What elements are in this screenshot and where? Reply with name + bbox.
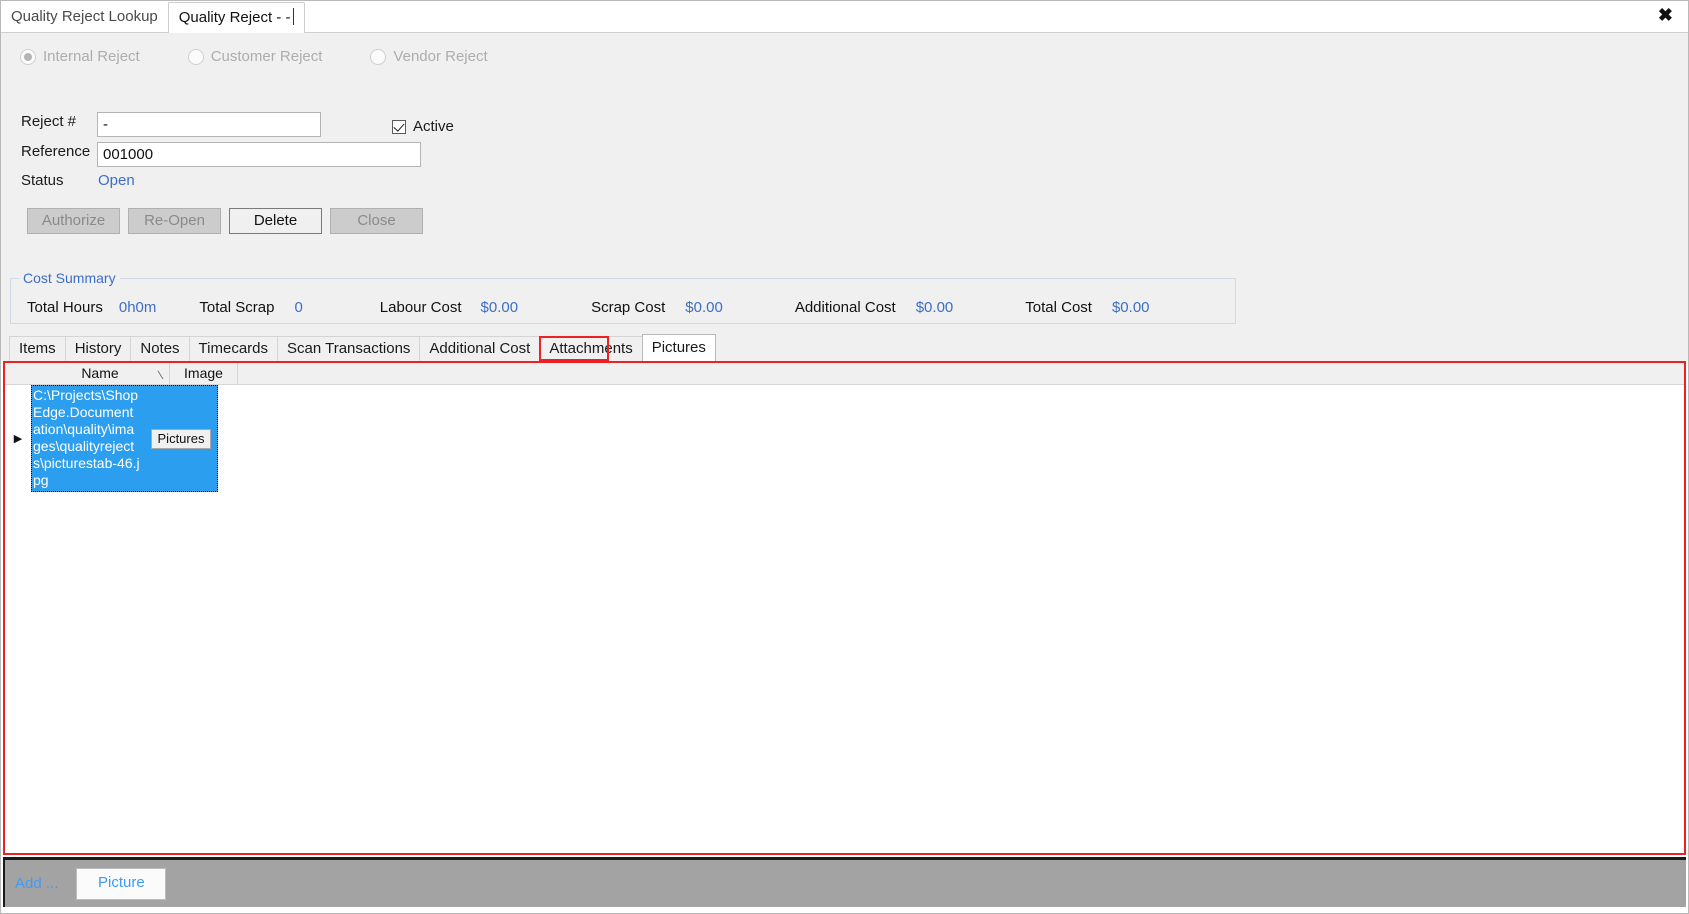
tab-notes[interactable]: Notes xyxy=(130,336,190,361)
cell-name: C:\Projects\ShopEdge.Documentation\quali… xyxy=(33,387,140,488)
row-indicator-icon: ▶ xyxy=(5,385,31,492)
radio-label: Vendor Reject xyxy=(393,48,488,65)
cost-label: Scrap Cost xyxy=(591,298,666,316)
cost-value: $0.00 xyxy=(480,298,519,316)
quality-reject-window: Quality Reject Lookup Quality Reject - -… xyxy=(0,0,1689,914)
status-label: Status xyxy=(21,172,64,189)
cost-value: 0h0m xyxy=(118,298,157,316)
cost-summary-values: Total Hours 0h0m Total Scrap 0 Labour Co… xyxy=(10,297,1236,317)
radio-unselected-icon xyxy=(370,48,387,65)
cost-labour-cost: Labour Cost $0.00 xyxy=(380,299,518,316)
close-button[interactable]: Close xyxy=(330,208,423,234)
tab-timecards[interactable]: Timecards xyxy=(188,336,279,361)
pictures-grid-panel: Name ∕ Image ▶ C:\Projects\ShopEdge.Docu… xyxy=(3,361,1686,855)
cost-scrap-cost: Scrap Cost $0.00 xyxy=(591,299,723,316)
cost-value: $0.00 xyxy=(1111,298,1150,316)
cost-total-hours: Total Hours 0h0m xyxy=(27,299,156,316)
cost-summary-title: Cost Summary xyxy=(19,270,120,286)
sort-ascending-icon: ∕ xyxy=(158,368,161,382)
tab-scan-transactions[interactable]: Scan Transactions xyxy=(277,336,421,361)
window-tab-quality-reject[interactable]: Quality Reject - - xyxy=(167,2,306,33)
cost-label: Total Cost xyxy=(1025,298,1092,316)
bottom-toolbar: Add ... Picture xyxy=(3,857,1686,907)
text-caret xyxy=(293,8,295,25)
reference-input[interactable] xyxy=(97,142,421,167)
cost-total-cost: Total Cost $0.00 xyxy=(1025,299,1149,316)
cost-label: Labour Cost xyxy=(379,298,462,316)
reject-type-radio-group: Internal Reject Customer Reject Vendor R… xyxy=(20,48,536,65)
reject-number-label: Reject # xyxy=(21,113,77,130)
table-row[interactable]: ▶ C:\Projects\ShopEdge.Documentation\qua… xyxy=(5,385,1684,492)
cost-value: 0 xyxy=(294,298,303,316)
window-tab-label: Quality Reject - - xyxy=(178,9,291,26)
column-header-label: Name xyxy=(81,365,119,381)
radio-customer-reject[interactable]: Customer Reject xyxy=(187,48,323,65)
close-icon[interactable]: ✖ xyxy=(1655,6,1676,24)
picture-thumbnail-placeholder[interactable]: Pictures xyxy=(150,428,212,449)
radio-vendor-reject[interactable]: Vendor Reject xyxy=(370,48,488,65)
reopen-button[interactable]: Re-Open xyxy=(128,208,221,234)
cost-additional-cost: Additional Cost $0.00 xyxy=(795,299,953,316)
cost-label: Total Scrap xyxy=(199,298,275,316)
column-header-image[interactable]: Image xyxy=(170,363,238,384)
radio-unselected-icon xyxy=(187,48,204,65)
grid-header-row: Name ∕ Image xyxy=(5,363,1684,385)
add-label[interactable]: Add ... xyxy=(15,875,58,892)
cost-label: Total Hours xyxy=(27,298,103,316)
radio-selected-icon xyxy=(20,48,36,65)
cost-value: $0.00 xyxy=(685,298,723,316)
cost-label: Additional Cost xyxy=(794,298,896,316)
cost-total-scrap: Total Scrap 0 xyxy=(199,299,302,316)
reference-label: Reference xyxy=(21,143,91,160)
add-picture-button[interactable]: Picture xyxy=(76,867,167,900)
reject-number-input[interactable] xyxy=(97,112,321,137)
column-header-label: Image xyxy=(184,365,223,381)
authorize-button[interactable]: Authorize xyxy=(27,208,120,234)
tab-pictures[interactable]: Pictures xyxy=(641,334,716,361)
window-tab-label: Quality Reject Lookup xyxy=(11,8,158,25)
window-tab-quality-reject-lookup[interactable]: Quality Reject Lookup xyxy=(1,2,168,32)
column-header-name[interactable]: Name ∕ xyxy=(31,363,170,384)
tab-attachments[interactable]: Attachments xyxy=(539,336,643,361)
radio-label: Customer Reject xyxy=(210,48,323,65)
cell-image[interactable]: Pictures xyxy=(144,385,218,492)
tab-items[interactable]: Items xyxy=(9,336,66,361)
grid-body: ▶ C:\Projects\ShopEdge.Documentation\qua… xyxy=(5,385,1684,492)
active-checkbox-label: Active xyxy=(413,118,454,135)
radio-label: Internal Reject xyxy=(43,48,140,65)
tab-history[interactable]: History xyxy=(64,336,132,361)
selected-row-cells[interactable]: C:\Projects\ShopEdge.Documentation\quali… xyxy=(31,385,218,492)
tab-additional-cost[interactable]: Additional Cost xyxy=(419,336,541,361)
radio-internal-reject[interactable]: Internal Reject xyxy=(20,48,140,65)
detail-tabstrip: Items History Notes Timecards Scan Trans… xyxy=(1,334,1688,361)
action-button-row: Authorize Re-Open Delete Close xyxy=(27,208,431,234)
delete-button[interactable]: Delete xyxy=(229,208,322,234)
checkbox-checked-icon xyxy=(392,119,406,134)
status-value: Open xyxy=(98,172,135,189)
window-tabstrip: Quality Reject Lookup Quality Reject - -… xyxy=(1,1,1688,33)
reject-header-form: Internal Reject Customer Reject Vendor R… xyxy=(1,33,1688,335)
cost-value: $0.00 xyxy=(915,298,954,316)
active-checkbox[interactable]: Active xyxy=(392,118,454,135)
